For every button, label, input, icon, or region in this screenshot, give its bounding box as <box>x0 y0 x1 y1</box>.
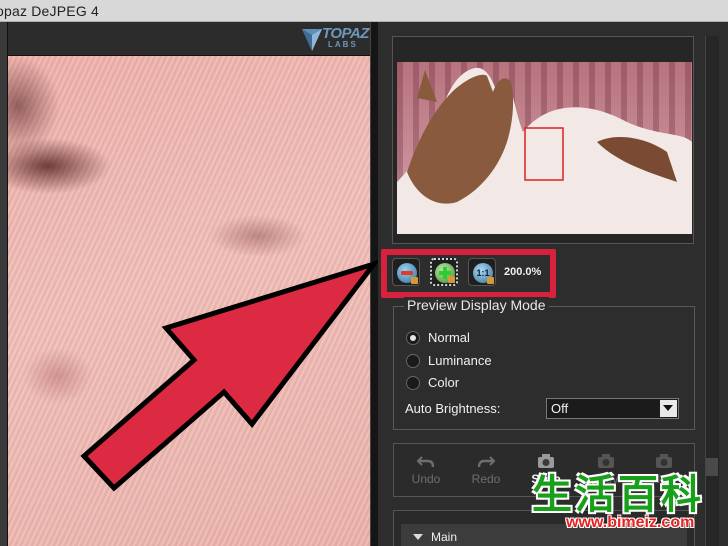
zoom-toolbar-highlight <box>381 249 556 298</box>
watermark-url: www.bimeiz.com <box>566 514 695 531</box>
redo-button[interactable]: Redo <box>464 452 508 492</box>
cat-thumbnail-graphic <box>397 67 692 234</box>
auto-brightness-value: Off <box>551 401 569 416</box>
title-bar: opaz DeJPEG 4 <box>0 0 728 22</box>
logo-sub: LABS <box>328 40 358 49</box>
undo-button[interactable]: Undo <box>404 452 448 492</box>
auto-brightness-label: Auto Brightness: <box>405 401 501 416</box>
left-border <box>0 22 8 546</box>
radio-button[interactable] <box>406 354 420 368</box>
radio-button[interactable] <box>406 331 420 345</box>
navigator-thumbnail[interactable] <box>397 62 692 234</box>
topaz-labs-logo: TOPAZ LABS <box>300 24 369 54</box>
radio-label: Normal <box>428 330 470 345</box>
image-toolbar: TOPAZ LABS <box>8 22 370 56</box>
main-section-label: Main <box>431 530 458 544</box>
window-title: opaz DeJPEG 4 <box>0 3 99 19</box>
annotation-arrow-icon <box>80 260 378 492</box>
redo-label: Redo <box>471 472 501 486</box>
watermark: 生活百科 www.bimeiz.com <box>532 462 728 546</box>
radio-label: Color <box>428 375 460 390</box>
chevron-down-icon[interactable] <box>660 400 677 417</box>
radio-button[interactable] <box>406 376 420 390</box>
watermark-text: 生活百科 <box>532 472 704 518</box>
topaz-gem-icon <box>302 29 322 51</box>
redo-icon <box>477 456 495 468</box>
auto-brightness-select[interactable]: Off <box>546 398 679 419</box>
undo-label: Undo <box>411 472 441 486</box>
display-mode-title: Preview Display Mode <box>404 297 549 313</box>
expand-triangle-icon <box>413 534 423 540</box>
radio-label: Luminance <box>428 353 492 368</box>
undo-icon <box>417 456 435 468</box>
